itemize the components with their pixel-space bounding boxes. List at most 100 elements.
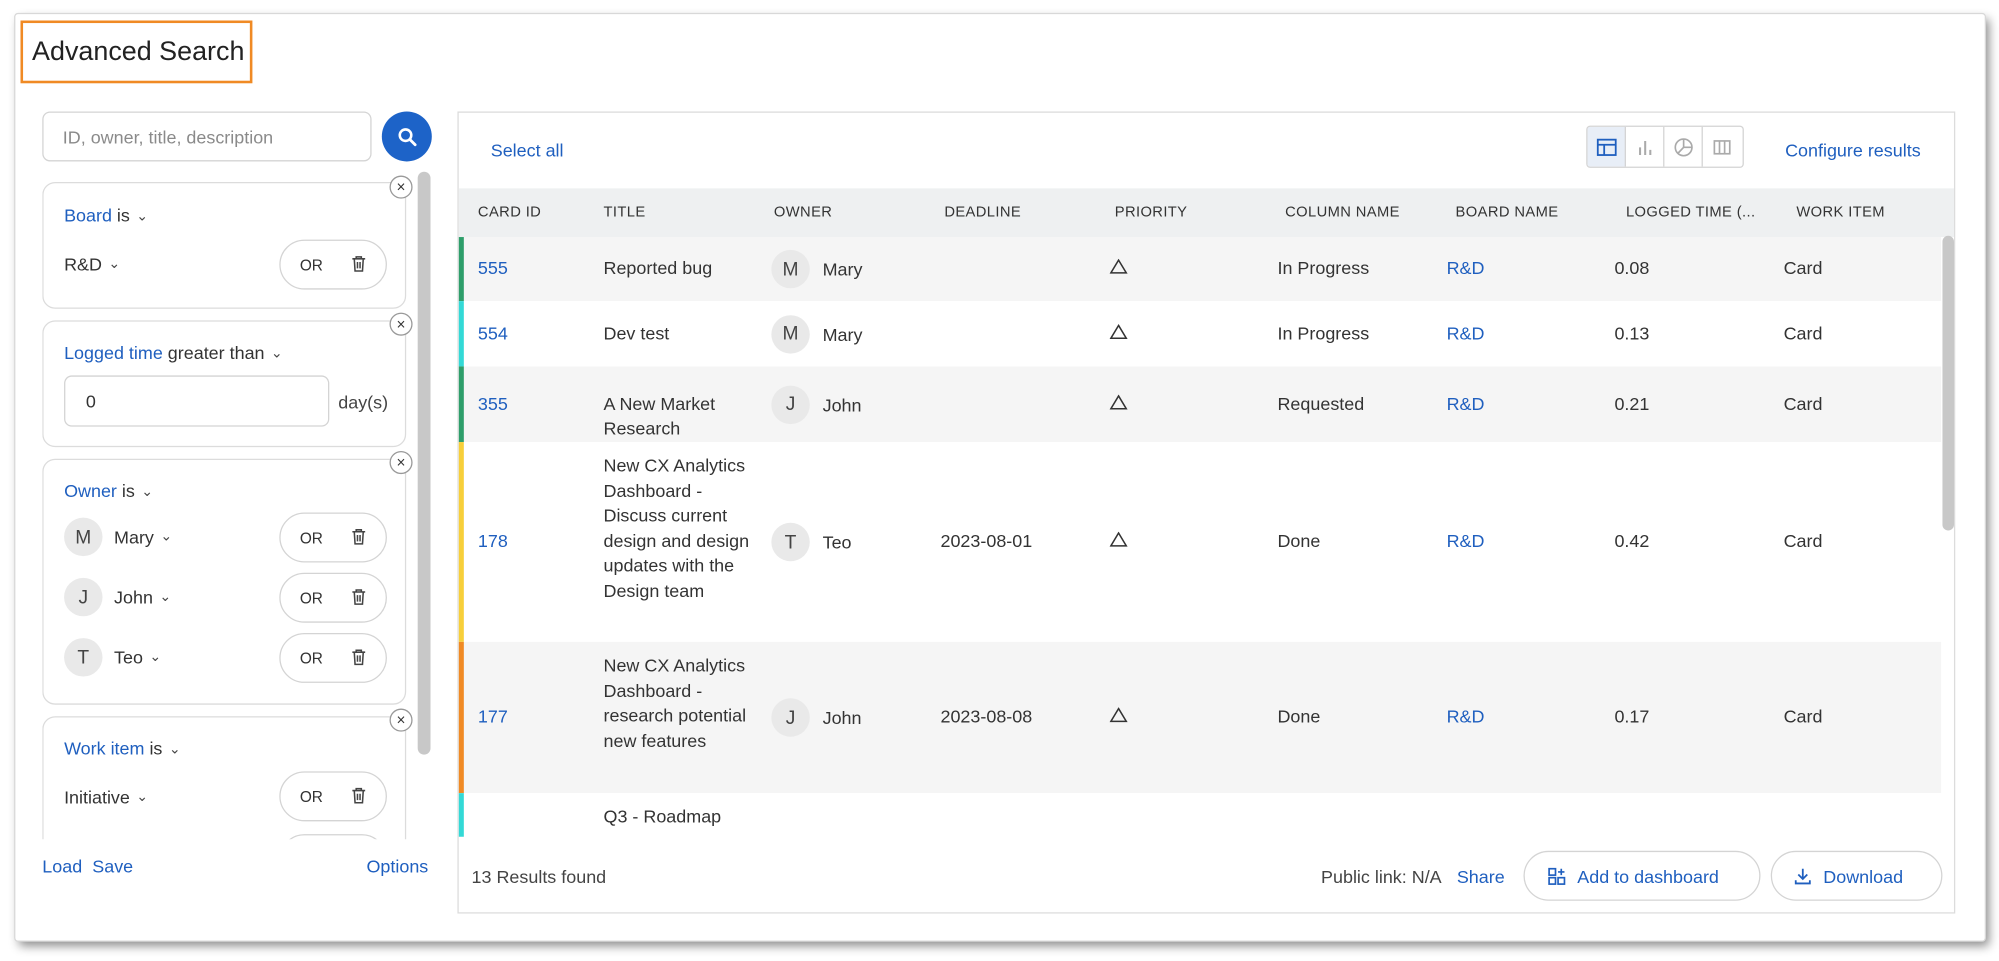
work-item: Card	[1783, 322, 1823, 343]
share-link[interactable]: Share	[1457, 866, 1505, 887]
board-name-link[interactable]: R&D	[1447, 393, 1485, 414]
download-label: Download	[1823, 865, 1904, 887]
logged-time: 0.21	[1614, 392, 1650, 414]
card-title: Dev test	[603, 322, 670, 343]
board-name-link[interactable]: R&D	[1447, 258, 1485, 279]
board-name-link[interactable]: R&D	[1447, 530, 1485, 551]
card-id-link[interactable]: 355	[478, 393, 508, 414]
col-card-id[interactable]: CARD ID	[478, 205, 541, 220]
bar-chart-icon	[1638, 140, 1651, 155]
filter-board-head[interactable]: Board is ⌄	[64, 205, 148, 226]
filter-owner-head[interactable]: Owner is ⌄	[64, 480, 153, 501]
remove-filter-owner-icon[interactable]: ×	[389, 451, 413, 475]
row-color-stripe	[458, 442, 464, 642]
trash-icon[interactable]	[351, 648, 366, 666]
col-board-name[interactable]: BOARD NAME	[1456, 205, 1559, 220]
or-toggle[interactable]: OR	[279, 632, 387, 683]
filter-value-label: Initiative	[64, 786, 130, 808]
board-view-button[interactable]	[1703, 127, 1741, 167]
filters-scrollbar[interactable]	[417, 171, 431, 755]
select-all-link[interactable]: Select all	[491, 140, 564, 161]
add-to-dashboard-label: Add to dashboard	[1577, 865, 1719, 887]
priority-icon	[1109, 393, 1128, 416]
load-link[interactable]: Load	[42, 856, 82, 877]
col-logged-time[interactable]: LOGGED TIME (...	[1626, 205, 1756, 220]
add-to-dashboard-button[interactable]: Add to dashboard	[1523, 850, 1761, 901]
avatar: J	[771, 385, 810, 424]
filter-work-item-value[interactable]: Initiative ⌄	[64, 787, 148, 808]
avatar: M	[771, 314, 810, 353]
remove-filter-logged-time-icon[interactable]: ×	[389, 312, 413, 336]
table-icon	[1596, 138, 1616, 156]
logged-time: 0.13	[1614, 322, 1650, 343]
or-toggle-partial[interactable]	[279, 834, 387, 840]
or-toggle[interactable]: OR	[279, 512, 387, 563]
filter-owner: Owner is ⌄ M Mary ⌄ OR J John ⌄ OR T Teo ⌄ O…	[42, 458, 407, 705]
table-row[interactable]: 153Q3 - RoadmapTTeoIn ProgressR&D0.17Car…	[458, 793, 1942, 837]
row-color-stripe	[458, 237, 464, 302]
card-id-link[interactable]: 555	[478, 258, 508, 279]
or-toggle[interactable]: OR	[279, 771, 387, 822]
card-title: New CX Analytics Dashboard - research po…	[603, 654, 747, 751]
col-column-name[interactable]: COLUMN NAME	[1285, 205, 1400, 220]
col-title[interactable]: TITLE	[603, 205, 645, 220]
col-owner[interactable]: OWNER	[774, 205, 832, 220]
card-title: Reported bug	[603, 257, 713, 279]
chevron-down-icon: ⌄	[136, 208, 149, 225]
pie-chart-view-button[interactable]	[1664, 126, 1703, 167]
trash-icon[interactable]	[351, 588, 366, 606]
filters-list: Board is ⌄ R&D ⌄ OR Logged time greater th…	[42, 179, 411, 840]
search-button[interactable]	[381, 111, 432, 162]
col-work-item[interactable]: WORK ITEM	[1796, 205, 1885, 220]
trash-icon[interactable]	[351, 787, 366, 805]
configure-results-link[interactable]: Configure results	[1785, 140, 1921, 161]
card-id-link[interactable]: 177	[478, 706, 508, 727]
table-row[interactable]: 555 Reported bug M Mary In Progress R&D 0.08 Ca…	[458, 237, 1942, 302]
column-name: Requested	[1277, 392, 1365, 414]
avatar: M	[64, 517, 103, 557]
trash-icon[interactable]	[351, 528, 366, 546]
owner-value-mary[interactable]: M Mary ⌄	[64, 517, 173, 557]
card-id-link[interactable]: 554	[478, 322, 508, 343]
board-name-link[interactable]: R&D	[1447, 706, 1485, 727]
bar-chart-view-button[interactable]	[1626, 126, 1665, 167]
table-row[interactable]: 355 A New Market Research J John Requested R&…	[458, 366, 1942, 443]
owner-value-teo[interactable]: T Teo ⌄	[64, 638, 161, 677]
trash-icon[interactable]	[351, 255, 366, 273]
or-toggle[interactable]: OR	[279, 572, 387, 623]
table-row[interactable]: 177 New CX Analytics Dashboard - research…	[458, 641, 1942, 794]
or-label: OR	[299, 787, 323, 806]
remove-filter-work-item-icon[interactable]: ×	[389, 708, 413, 732]
results-scrollbar[interactable]	[1942, 235, 1954, 531]
row-color-stripe	[458, 793, 464, 837]
owner-name: John	[114, 586, 153, 608]
col-deadline[interactable]: DEADLINE	[944, 205, 1021, 220]
col-priority[interactable]: PRIORITY	[1115, 205, 1188, 220]
chevron-down-icon: ⌄	[141, 484, 154, 500]
filter-work-item-head[interactable]: Work item is ⌄	[64, 738, 181, 759]
logged-time-input[interactable]: 0	[64, 375, 330, 427]
table-row[interactable]: 178 New CX Analytics Dashboard - Discuss …	[458, 442, 1942, 642]
priority-icon	[1109, 706, 1128, 729]
save-link[interactable]: Save	[92, 856, 133, 877]
work-item: Card	[1783, 392, 1823, 414]
search-input[interactable]	[42, 111, 372, 162]
download-button[interactable]: Download	[1770, 850, 1943, 901]
remove-filter-board-icon[interactable]: ×	[389, 175, 413, 199]
board-name-link[interactable]: R&D	[1447, 322, 1485, 343]
filter-board: Board is ⌄ R&D ⌄ OR	[42, 181, 407, 309]
table-view-button[interactable]	[1587, 126, 1626, 167]
or-toggle[interactable]: OR	[279, 239, 387, 290]
filter-operator: is	[149, 738, 163, 759]
table-row[interactable]: 554 Dev test M Mary In Progress R&D 0.13 Card	[458, 301, 1942, 367]
chevron-down-icon: ⌄	[160, 528, 173, 544]
logged-time: 0.17	[1614, 705, 1650, 727]
filter-board-value[interactable]: R&D ⌄	[64, 254, 120, 275]
owner-value-john[interactable]: J John ⌄	[64, 577, 171, 617]
options-link[interactable]: Options	[366, 856, 428, 877]
filter-logged-time-head[interactable]: Logged time greater than ⌄	[64, 342, 283, 363]
chevron-down-icon: ⌄	[136, 788, 149, 805]
card-id-link[interactable]: 178	[478, 530, 508, 551]
owner-name: Teo	[114, 647, 143, 668]
filter-field: Work item	[64, 738, 145, 759]
